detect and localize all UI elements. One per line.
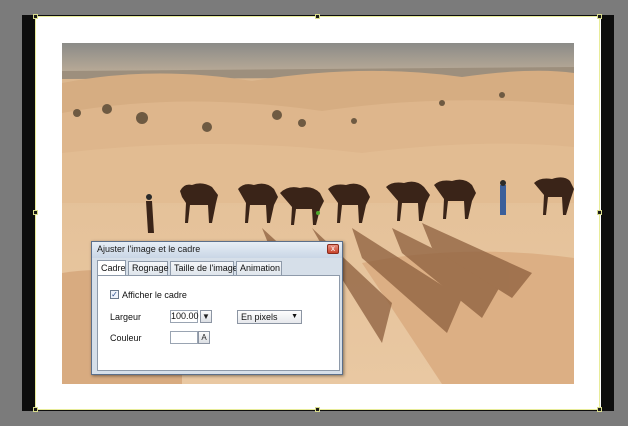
color-swatch[interactable] xyxy=(170,331,198,344)
tab-rognage[interactable]: Rognage xyxy=(128,261,169,275)
show-frame-checkbox[interactable]: ✓ xyxy=(110,290,119,299)
color-label: Couleur xyxy=(110,333,142,343)
width-dropdown-button[interactable]: ▼ xyxy=(200,310,212,323)
dialog-titlebar[interactable]: Ajuster l'image et le cadre x xyxy=(92,242,342,258)
resize-handle-right[interactable] xyxy=(597,210,602,215)
chevron-down-icon: ▼ xyxy=(291,313,298,320)
width-input[interactable]: 100.00 xyxy=(170,310,199,323)
tab-taille-image[interactable]: Taille de l'image xyxy=(170,261,238,275)
unit-select[interactable]: En pixels ▼ xyxy=(237,310,302,324)
tab-panel-cadre: ✓ Afficher le cadre Largeur 100.00 ▼ En … xyxy=(97,275,340,371)
unit-select-value: En pixels xyxy=(241,312,278,322)
width-label: Largeur xyxy=(110,312,142,322)
close-icon[interactable]: x xyxy=(327,244,339,254)
color-picker-button[interactable]: A xyxy=(198,331,210,344)
show-frame-label: Afficher le cadre xyxy=(122,290,187,300)
resize-handle-left[interactable] xyxy=(33,210,38,215)
resize-handle-bottom-left[interactable] xyxy=(33,407,38,412)
tab-animation[interactable]: Animation xyxy=(236,261,282,275)
check-icon: ✓ xyxy=(111,290,118,299)
resize-handle-top-left[interactable] xyxy=(33,14,38,19)
adjust-image-frame-dialog: Ajuster l'image et le cadre x Cadre Rogn… xyxy=(91,241,343,375)
dialog-title: Ajuster l'image et le cadre xyxy=(97,244,201,254)
chevron-down-icon: ▼ xyxy=(202,312,210,321)
tab-cadre[interactable]: Cadre xyxy=(97,260,126,275)
resize-handle-bottom-right[interactable] xyxy=(597,407,602,412)
resize-handle-bottom[interactable] xyxy=(315,407,320,412)
resize-handle-top[interactable] xyxy=(315,14,320,19)
resize-handle-top-right[interactable] xyxy=(597,14,602,19)
